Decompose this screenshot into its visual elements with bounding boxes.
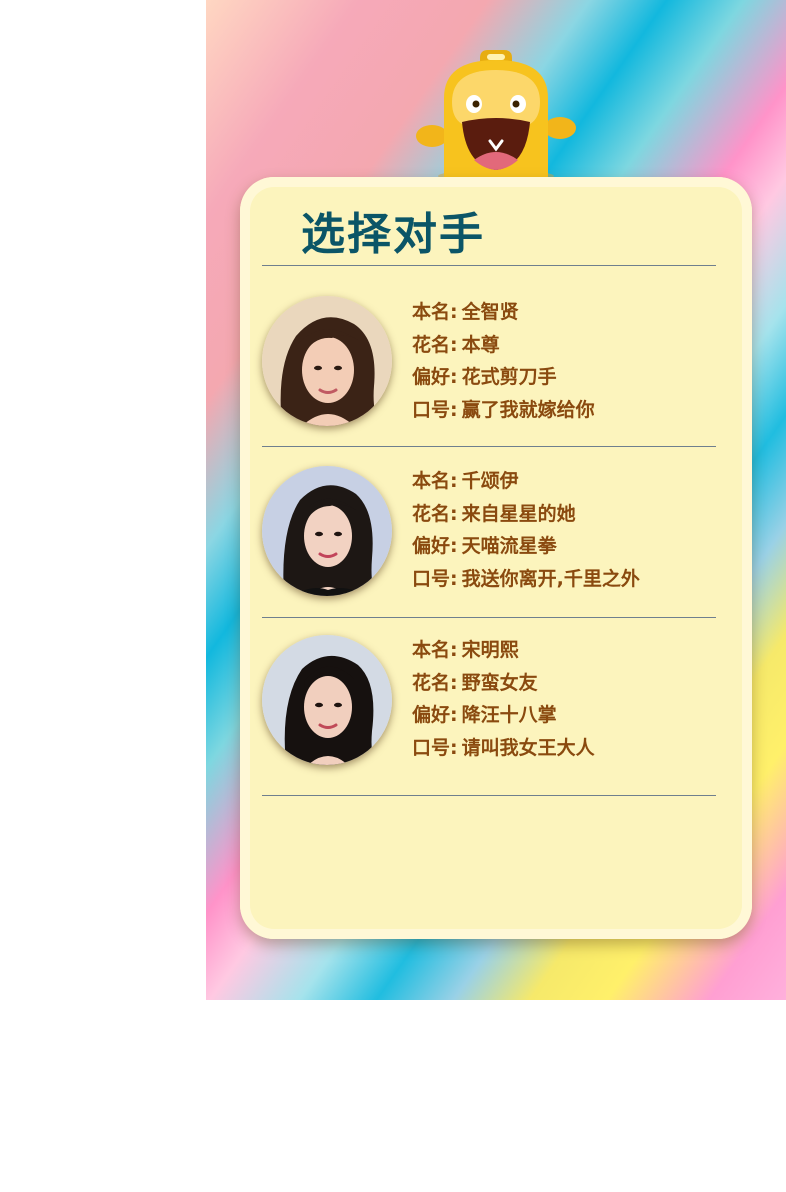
alias-value: 本尊 bbox=[461, 333, 500, 356]
alias-row: 花名: 来自星星的她 bbox=[412, 498, 640, 531]
opponent-1-avatar[interactable] bbox=[262, 296, 392, 426]
alias-label: 花名: bbox=[412, 671, 458, 694]
hobby-value: 降汪十八掌 bbox=[461, 704, 557, 726]
name-row: 本名: 千颂伊 bbox=[412, 465, 640, 498]
divider bbox=[262, 617, 716, 618]
name-label: 本名: bbox=[412, 301, 458, 323]
page-title: 选择对手 bbox=[301, 209, 485, 260]
hobby-row: 偏好: 降汪十八掌 bbox=[412, 699, 595, 732]
name-label: 本名: bbox=[412, 639, 458, 661]
opponent-3-avatar[interactable] bbox=[262, 635, 392, 765]
alias-row: 花名: 本尊 bbox=[412, 329, 595, 362]
alias-value: 来自星星的她 bbox=[461, 502, 576, 525]
hobby-value: 天喵流星拳 bbox=[461, 535, 557, 557]
divider bbox=[262, 795, 716, 796]
portrait-photo bbox=[262, 635, 392, 765]
opponent-3-info[interactable]: 本名: 宋明熙 花名: 野蛮女友 偏好: 降汪十八掌 口号: 请叫我女王大人 bbox=[412, 634, 595, 764]
hobby-row: 偏好: 花式剪刀手 bbox=[412, 361, 595, 394]
motto-label: 口号: bbox=[412, 398, 458, 421]
hobby-value: 花式剪刀手 bbox=[461, 366, 557, 388]
name-label: 本名: bbox=[412, 470, 458, 492]
portrait-photo bbox=[262, 296, 392, 426]
alias-label: 花名: bbox=[412, 333, 458, 356]
motto-row: 口号: 请叫我女王大人 bbox=[412, 732, 595, 765]
motto-value: 请叫我女王大人 bbox=[461, 736, 595, 759]
alias-value: 野蛮女友 bbox=[461, 671, 538, 694]
opponent-2-info[interactable]: 本名: 千颂伊 花名: 来自星星的她 偏好: 天喵流星拳 口号: 我送你离开,千里之外 bbox=[412, 465, 640, 595]
motto-value: 赢了我就嫁给你 bbox=[461, 398, 595, 421]
motto-row: 口号: 赢了我就嫁给你 bbox=[412, 394, 595, 427]
hobby-label: 偏好: bbox=[412, 366, 458, 388]
hobby-row: 偏好: 天喵流星拳 bbox=[412, 530, 640, 563]
name-value: 千颂伊 bbox=[461, 470, 519, 492]
yellow-mascot-icon bbox=[416, 50, 576, 178]
motto-row: 口号: 我送你离开,千里之外 bbox=[412, 563, 640, 596]
name-value: 全智贤 bbox=[461, 301, 519, 323]
hobby-label: 偏好: bbox=[412, 704, 458, 726]
divider bbox=[262, 446, 716, 447]
motto-label: 口号: bbox=[412, 567, 458, 590]
name-row: 本名: 全智贤 bbox=[412, 296, 595, 329]
opponent-2-avatar[interactable] bbox=[262, 466, 392, 596]
alias-row: 花名: 野蛮女友 bbox=[412, 667, 595, 700]
opponent-1-info[interactable]: 本名: 全智贤 花名: 本尊 偏好: 花式剪刀手 口号: 赢了我就嫁给你 bbox=[412, 296, 595, 426]
hobby-label: 偏好: bbox=[412, 535, 458, 557]
divider bbox=[262, 265, 716, 266]
portrait-photo bbox=[262, 466, 392, 596]
motto-label: 口号: bbox=[412, 736, 458, 759]
name-row: 本名: 宋明熙 bbox=[412, 634, 595, 667]
alias-label: 花名: bbox=[412, 502, 458, 525]
motto-value: 我送你离开,千里之外 bbox=[461, 567, 640, 590]
name-value: 宋明熙 bbox=[461, 639, 519, 661]
